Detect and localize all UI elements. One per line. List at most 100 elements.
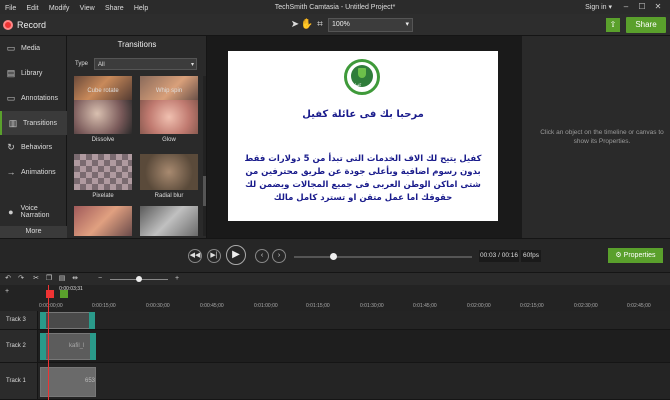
- transition-thumb-dissolve[interactable]: [74, 100, 132, 134]
- copy-icon[interactable]: ❐: [44, 274, 54, 284]
- sidebar-item-behaviors[interactable]: ↻ Behaviors: [0, 135, 67, 159]
- track-name: Track 3: [6, 317, 26, 323]
- previous-icon[interactable]: ‹: [255, 249, 269, 263]
- zoom-knob[interactable]: [136, 276, 142, 282]
- crop-icon[interactable]: ⌗: [313, 18, 327, 32]
- sidebar-item-transitions[interactable]: ▥ Transitions: [0, 111, 67, 135]
- scrubber-knob[interactable]: [330, 253, 337, 260]
- tick-label: 0:00:00;00: [39, 303, 63, 309]
- type-dropdown[interactable]: All ▾: [94, 58, 198, 70]
- zoom-dropdown[interactable]: 100% ▾: [328, 18, 413, 32]
- menu-view[interactable]: View: [80, 5, 95, 12]
- playhead-time: 0:00:03;31: [59, 286, 83, 292]
- paste-icon[interactable]: ▤: [57, 274, 67, 284]
- sidebar-item-label: Media: [21, 44, 41, 52]
- sidebar-item-label: Voice Narration: [20, 205, 50, 219]
- title-bar: File Edit Modify View Share Help TechSmi…: [0, 0, 670, 14]
- next-icon[interactable]: ›: [272, 249, 286, 263]
- share-button[interactable]: Share: [626, 17, 666, 33]
- media-icon: ▭: [6, 42, 16, 53]
- menu-share[interactable]: Share: [105, 5, 124, 12]
- track-header[interactable]: Track 2: [0, 330, 38, 362]
- slide-body-line: شتى اماكن الوطن العربى فى جميع المجالات …: [245, 180, 481, 190]
- pan-hand-icon[interactable]: ✋: [300, 18, 314, 32]
- canvas-slide[interactable]: كفيل مرحبا بك فى عائلة كفيل كفيل يتيح لك…: [228, 51, 498, 221]
- canvas-area[interactable]: كفيل مرحبا بك فى عائلة كفيل كفيل يتيح لك…: [207, 36, 522, 238]
- transition-marker[interactable]: [89, 312, 95, 329]
- export-icon[interactable]: ⇧: [606, 18, 620, 32]
- track-2[interactable]: Track 2 kafil_l: [0, 330, 670, 363]
- zoom-in-icon[interactable]: +: [172, 274, 182, 284]
- menu-file[interactable]: File: [5, 5, 16, 12]
- timeline-zoom-slider[interactable]: [110, 276, 168, 282]
- properties-button[interactable]: ⚙ Properties: [608, 248, 663, 263]
- step-back-icon[interactable]: ◀◀: [188, 249, 202, 263]
- type-label: Type: [75, 61, 89, 67]
- playback-scrubber[interactable]: [294, 253, 472, 260]
- slide-body-line: بدون رسوم اضافية وبأعلى جودة عن طريق محت…: [245, 167, 481, 177]
- share-label: Share: [635, 20, 657, 29]
- panel-title: Transitions: [117, 40, 157, 49]
- track-3[interactable]: Track 3: [0, 311, 670, 330]
- tick-label: 0:02:15;00: [520, 303, 544, 309]
- logo-text: كفيل: [353, 82, 362, 87]
- track-1[interactable]: Track 1 653: [0, 363, 670, 400]
- menu-modify[interactable]: Modify: [49, 5, 70, 12]
- timeline-ruler[interactable]: + 0:00:03;31 0:00:00;00 0:00:15;00 0:00:…: [0, 285, 670, 311]
- tick-label: 0:01:30;00: [360, 303, 384, 309]
- tick-label: 0:02:00;00: [467, 303, 491, 309]
- properties-label: Properties: [623, 252, 656, 259]
- sign-in-button[interactable]: Sign in ▾: [585, 3, 612, 11]
- slide-body: كفيل يتيح لك الاف الخدمات التى تبدأ من 5…: [232, 153, 494, 205]
- menu-help[interactable]: Help: [134, 5, 148, 12]
- close-icon[interactable]: ✕: [652, 1, 664, 13]
- play-button[interactable]: ▶: [226, 245, 246, 265]
- zoom-out-icon[interactable]: −: [95, 274, 105, 284]
- transition-thumb-radial-blur[interactable]: [140, 154, 198, 190]
- sidebar-item-annotations[interactable]: ▭ Annotations: [0, 86, 67, 110]
- transition-thumb[interactable]: [140, 206, 198, 236]
- annotations-icon: ▭: [6, 92, 16, 103]
- sidebar-item-library[interactable]: ▤ Library: [0, 61, 67, 85]
- sidebar-item-media[interactable]: ▭ Media: [0, 36, 67, 60]
- maximize-icon[interactable]: ☐: [636, 1, 648, 13]
- sidebar-item-label: Behaviors: [21, 143, 53, 151]
- tick-label: 0:00:15;00: [92, 303, 116, 309]
- properties-panel: Click an object on the timeline or canva…: [522, 36, 670, 238]
- clip-label: 653: [85, 378, 96, 384]
- undo-icon[interactable]: ↶: [3, 274, 13, 284]
- minimize-icon[interactable]: –: [620, 1, 632, 13]
- cut-icon[interactable]: ✂: [31, 274, 41, 284]
- transition-thumb-pixelate[interactable]: [74, 154, 132, 190]
- menu-edit[interactable]: Edit: [27, 5, 39, 12]
- transition-thumb-glow[interactable]: [140, 100, 198, 134]
- sidebar-item-animations[interactable]: → Animations: [0, 160, 67, 184]
- track-header[interactable]: Track 1: [0, 363, 38, 399]
- transition-marker[interactable]: [40, 312, 46, 329]
- menu-bar: File Edit Modify View Share Help: [0, 3, 151, 12]
- track-header[interactable]: Track 3: [0, 311, 38, 329]
- split-icon[interactable]: ⇹: [70, 274, 80, 284]
- transition-marker[interactable]: [40, 333, 46, 360]
- previous-frame-icon[interactable]: ▶|: [207, 249, 221, 263]
- scrollbar-thumb[interactable]: [203, 176, 206, 206]
- add-track-icon[interactable]: +: [2, 287, 12, 297]
- transition-label: Glow: [162, 137, 176, 143]
- more-button[interactable]: More: [0, 226, 67, 238]
- tick-label: 0:02:30;00: [574, 303, 598, 309]
- transition-thumb[interactable]: [74, 206, 132, 236]
- behaviors-icon: ↻: [7, 141, 15, 152]
- transitions-scrollbar[interactable]: [203, 76, 206, 236]
- type-value: All: [98, 62, 105, 68]
- redo-icon[interactable]: ↷: [16, 274, 26, 284]
- sidebar-item-label: Animations: [21, 168, 56, 176]
- transition-label: Radial blur: [154, 193, 184, 199]
- record-label: Record: [17, 20, 47, 30]
- record-button[interactable]: Record: [3, 17, 46, 33]
- tick-label: 0:01:45;00: [413, 303, 437, 309]
- shield-icon: [358, 68, 366, 78]
- sidebar-item-voice-narration[interactable]: ● Voice Narration: [0, 200, 67, 224]
- playhead-line[interactable]: [48, 285, 49, 400]
- zoom-value: 100%: [332, 21, 350, 28]
- transition-marker[interactable]: [90, 333, 96, 360]
